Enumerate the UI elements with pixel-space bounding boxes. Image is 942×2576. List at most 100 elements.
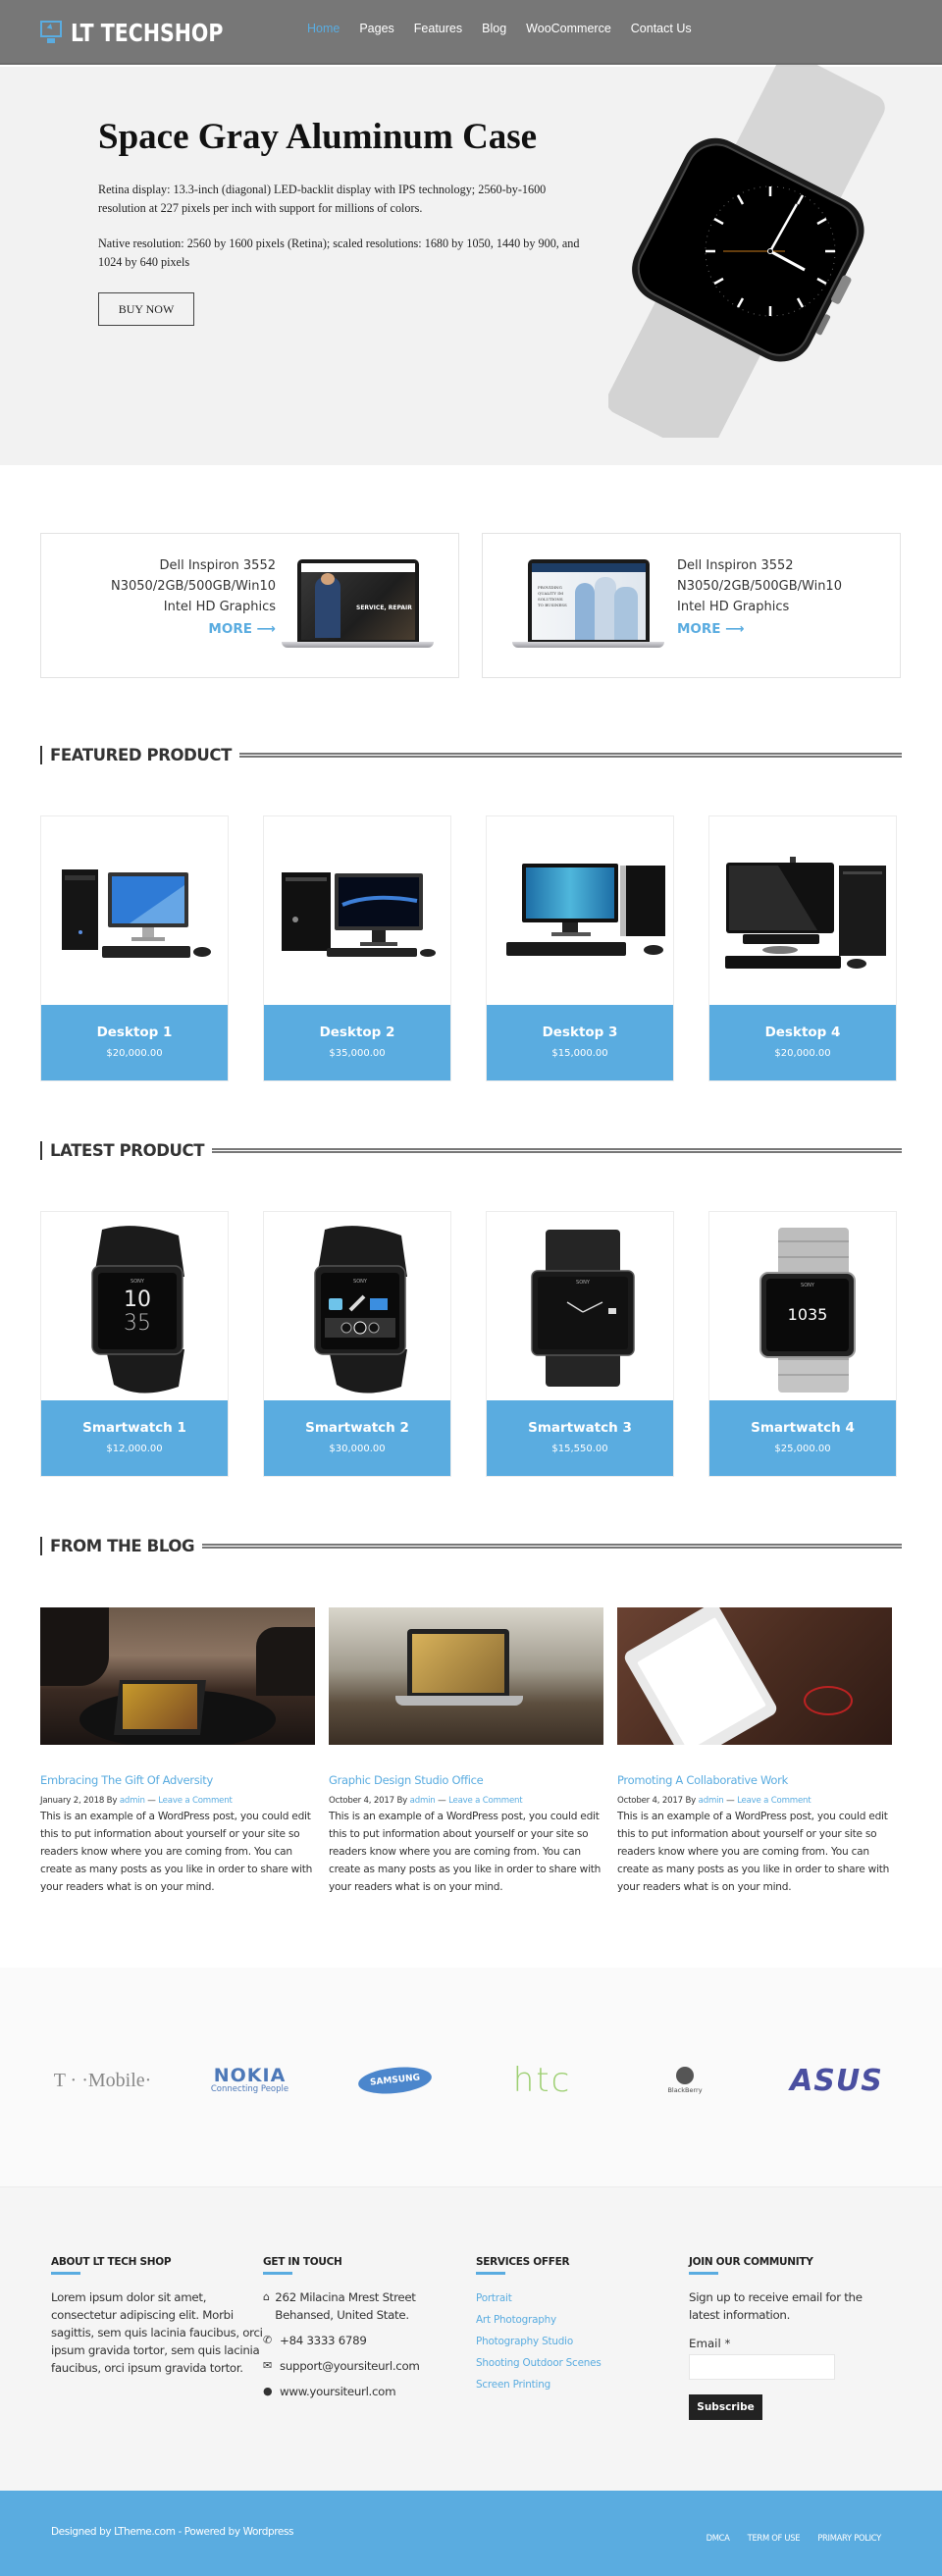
footer-services: SERVICES OFFER Portrait Art Photography … [476,2256,672,2400]
product-card[interactable]: Desktop 4 $20,000.00 [708,815,897,1081]
blog-post-title[interactable]: Embracing The Gift Of Adversity [40,1773,315,1787]
product-name[interactable]: Smartwatch 2 [264,1420,450,1436]
product-name[interactable]: Desktop 3 [487,1025,673,1040]
globe-icon: ● [263,2385,273,2397]
product-price: $12,000.00 [106,1444,163,1454]
blog-post: Graphic Design Studio Office October 4, … [329,1607,603,1896]
product-price: $30,000.00 [329,1444,386,1454]
about-text: Lorem ipsum dolor sit amet, consectetur … [51,2290,263,2375]
product-name[interactable]: Desktop 2 [264,1025,450,1040]
site-logo[interactable]: LT TECHSHOP [39,16,256,49]
email-label: Email * [689,2337,731,2350]
brand-samsung[interactable]: SAMSUNG [351,2061,440,2100]
service-link-photography-studio[interactable]: Photography Studio [476,2336,672,2347]
leave-comment-link[interactable]: Leave a Comment [737,1796,811,1806]
svg-text:10: 10 [124,1288,151,1312]
blog-post-excerpt: This is an example of a WordPress post, … [329,1811,602,1893]
bottom-bar: Designed by LTheme.com - Powered by Word… [0,2491,942,2576]
section-title: FROM THE BLOG [50,1536,195,1555]
blog-post: Embracing The Gift Of Adversity January … [40,1607,315,1896]
desktop-image [487,816,673,1005]
product-name[interactable]: Desktop 4 [709,1025,896,1040]
desktop-image [41,816,228,1005]
footer-heading: GET IN TOUCH [263,2256,342,2268]
blog-post-title[interactable]: Graphic Design Studio Office [329,1773,603,1787]
footer-about: ABOUT LT TECH SHOP Lorem ipsum dolor sit… [51,2256,267,2377]
nav-features[interactable]: Features [414,22,462,35]
contact-address: 262 Milacina Mrest Street Behansed, Unit… [275,2290,416,2322]
leave-comment-link[interactable]: Leave a Comment [158,1796,233,1806]
desktop-image [709,816,896,1005]
contact-email[interactable]: support@yoursiteurl.com [280,2357,420,2375]
product-name[interactable]: Smartwatch 3 [487,1420,673,1436]
product-card[interactable]: Desktop 1 $20,000.00 [40,815,229,1081]
brand-tmobile[interactable]: T · ·Mobile· [41,2061,164,2100]
promo-banner-2[interactable]: PROVIDING QUALITY IM SOLUTIONS TO BUSINE… [482,533,901,678]
product-name[interactable]: Smartwatch 4 [709,1420,896,1436]
subscribe-button[interactable]: Subscribe [689,2394,762,2420]
hero-title: Space Gray Aluminum Case [98,117,538,157]
nav-woocommerce[interactable]: WooCommerce [526,22,611,35]
monitor-icon [39,20,65,45]
product-price: $20,000.00 [106,1048,163,1059]
terms-link[interactable]: TERM OF USE [748,2533,801,2543]
blog-post-title[interactable]: Promoting A Collaborative Work [617,1773,892,1787]
nav-pages[interactable]: Pages [359,22,393,35]
brand-blackberry[interactable]: BlackBerry [655,2061,714,2100]
post-date: October 4, 2017 [617,1796,683,1806]
nav-contact-us[interactable]: Contact Us [631,22,692,35]
site-footer: ABOUT LT TECH SHOP Lorem ipsum dolor sit… [0,2186,942,2491]
buy-now-button[interactable]: BUY NOW [98,292,194,326]
promo-line: Dell Inspiron 3552 [677,558,794,573]
dmca-link[interactable]: DMCA [706,2533,730,2543]
product-info: Desktop 3 $15,000.00 [487,1005,673,1080]
nokia-logo: NOKIA [213,2065,287,2086]
service-link-portrait[interactable]: Portrait [476,2292,672,2304]
service-link-art-photography[interactable]: Art Photography [476,2314,672,2326]
blog-heading: FROM THE BLOG [40,1536,902,1555]
product-name[interactable]: Smartwatch 1 [41,1420,228,1436]
phone-icon: ✆ [263,2334,272,2346]
product-card[interactable]: SONY Smartwatch 3 $15,550.00 [486,1211,674,1477]
product-card[interactable]: SONY 1035 Smartwatch 4 $25,000.00 [708,1211,897,1477]
more-link[interactable]: MORE ⟶ [208,619,276,640]
section-title: LATEST PRODUCT [50,1140,205,1160]
latest-product-heading: LATEST PRODUCT [40,1140,902,1160]
more-link[interactable]: MORE ⟶ [677,619,745,640]
post-author-link[interactable]: admin [699,1796,724,1806]
nav-blog[interactable]: Blog [482,22,506,35]
service-link-screen-printing[interactable]: Screen Printing [476,2379,672,2391]
product-info: Desktop 1 $20,000.00 [41,1005,228,1080]
main-nav: Home Pages Features Blog WooCommerce Con… [307,22,711,35]
contact-website[interactable]: www.yoursiteurl.com [280,2383,396,2400]
product-info: Desktop 2 $35,000.00 [264,1005,450,1080]
desktop-image [264,816,450,1005]
brand-nokia[interactable]: NOKIA Connecting People [203,2061,296,2100]
leave-comment-link[interactable]: Leave a Comment [448,1796,523,1806]
post-meta-separator: — [438,1796,446,1806]
section-title: FEATURED PRODUCT [50,745,232,764]
blog-thumbnail[interactable] [329,1607,603,1745]
product-info: Desktop 4 $20,000.00 [709,1005,896,1080]
product-card[interactable]: SONY 10 35 Smartwatch 1 $12,000.00 [40,1211,229,1477]
promo-banner-1[interactable]: Dell Inspiron 3552 N3050/2GB/500GB/Win10… [40,533,459,678]
email-input[interactable] [689,2354,835,2380]
product-card[interactable]: SONY Smartwatch 2 $30,000.00 [263,1211,451,1477]
blog-thumbnail[interactable] [40,1607,315,1745]
promo-text: Dell Inspiron 3552 N3050/2GB/500GB/Win10… [111,555,276,640]
product-name[interactable]: Desktop 1 [41,1025,228,1040]
brand-asus[interactable]: ASUS [775,2061,898,2100]
service-link-shooting-outdoor[interactable]: Shooting Outdoor Scenes [476,2357,672,2369]
post-author-link[interactable]: admin [120,1796,145,1806]
product-card[interactable]: Desktop 3 $15,000.00 [486,815,674,1081]
promo-line: N3050/2GB/500GB/Win10 [677,579,842,594]
brand-htc[interactable]: htc [496,2061,589,2100]
blog-thumbnail[interactable] [617,1607,892,1745]
product-card[interactable]: Desktop 2 $35,000.00 [263,815,451,1081]
nav-home[interactable]: Home [307,22,340,35]
logo-text: LT TECHSHOP [71,18,224,47]
blog-post: Promoting A Collaborative Work October 4… [617,1607,892,1896]
post-author-link[interactable]: admin [410,1796,436,1806]
privacy-policy-link[interactable]: PRIMARY POLICY [817,2533,881,2543]
svg-text:1035: 1035 [788,1305,828,1324]
